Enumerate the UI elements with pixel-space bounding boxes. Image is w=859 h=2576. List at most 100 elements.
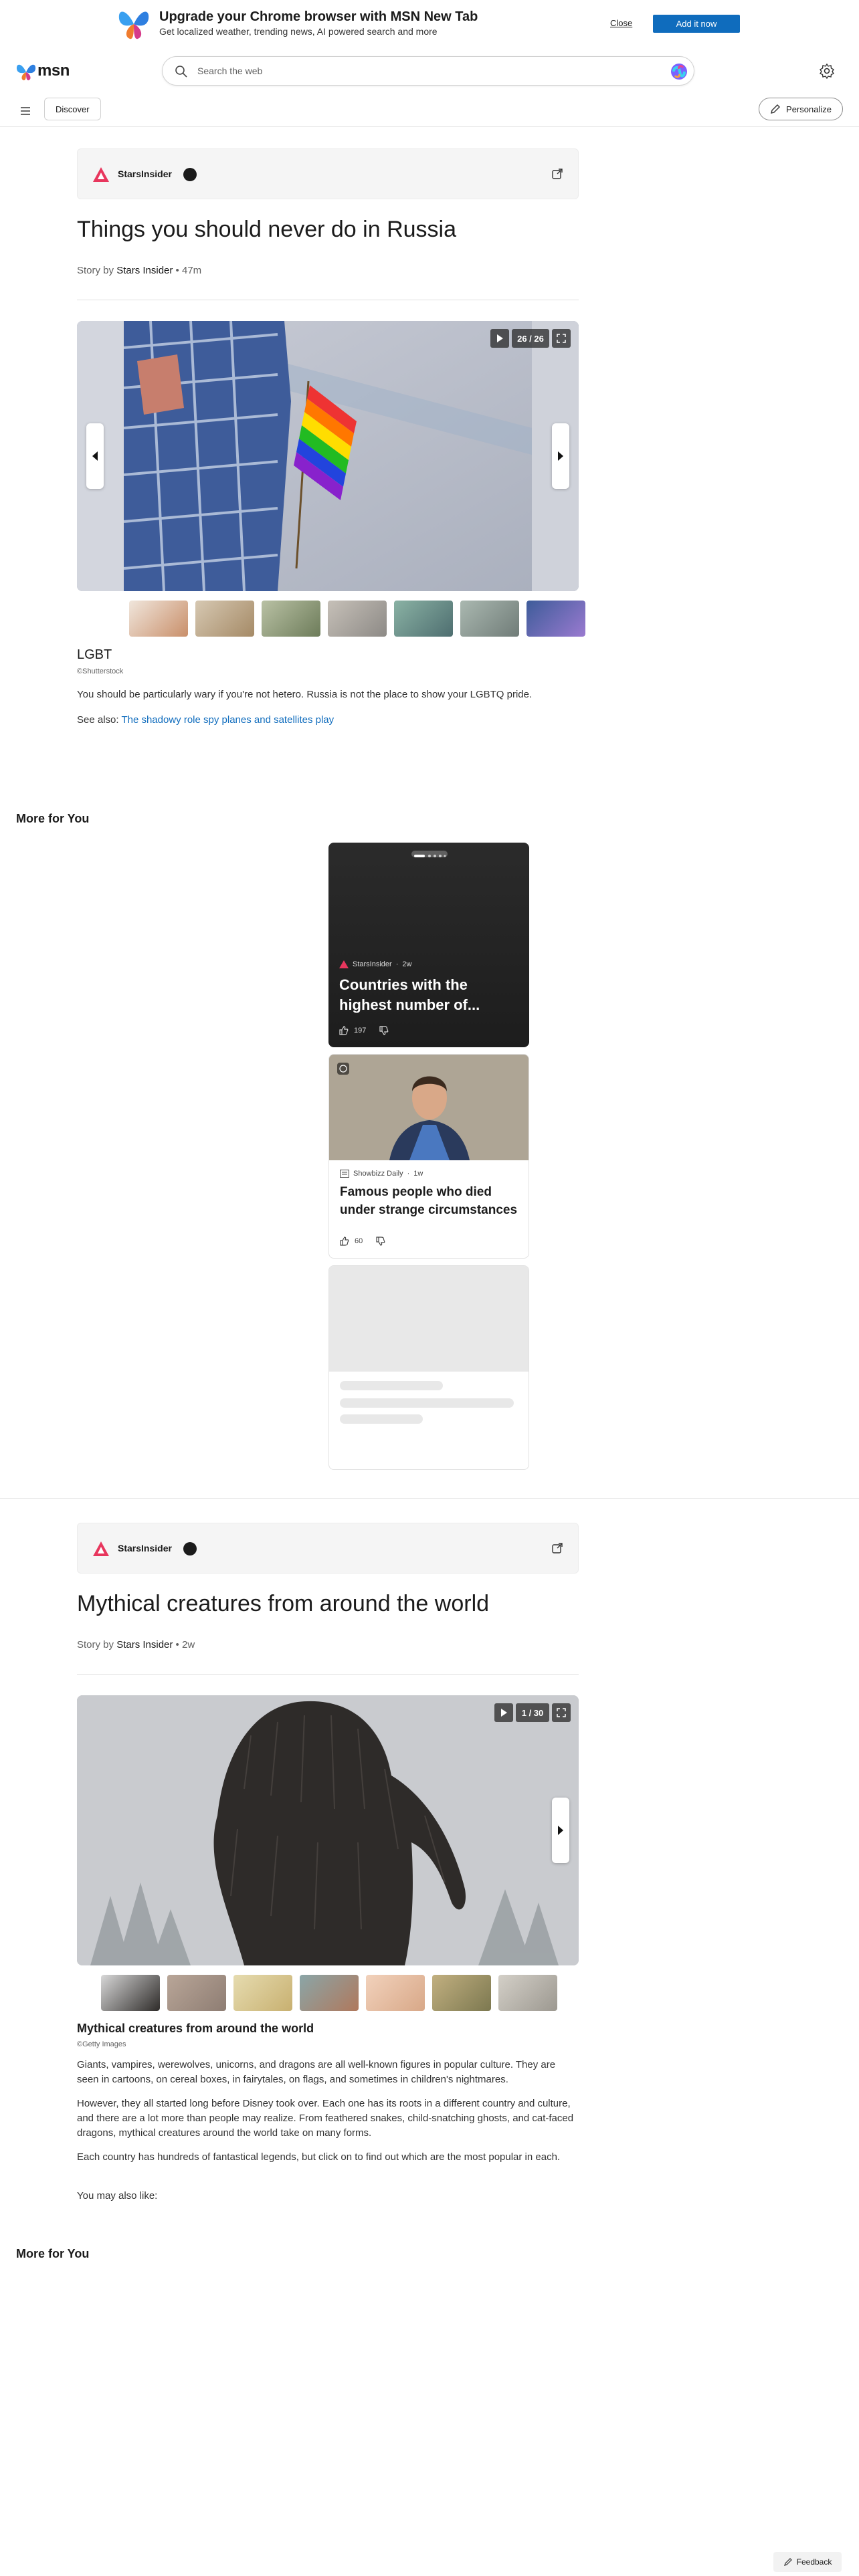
slide-controls: 1 / 30 (494, 1703, 571, 1722)
expand-icon (557, 334, 566, 343)
slideshow-image[interactable]: 1 / 30 (77, 1695, 579, 1965)
slide-thumbnail-active[interactable] (525, 599, 587, 638)
news-card[interactable]: StarsInsider · 2w Countries with the highe… (328, 843, 529, 1047)
slide-thumbnail[interactable] (300, 1975, 359, 2011)
publisher-name[interactable]: StarsInsider (118, 1543, 172, 1553)
skeleton-line (340, 1381, 443, 1390)
play-button[interactable] (490, 329, 509, 348)
byline: Story by Stars Insider • 47m (77, 265, 201, 276)
meta-sep: · (407, 1170, 410, 1178)
card-title: Famous people who died under strange cir… (340, 1185, 518, 1217)
slide-thumbnail[interactable] (129, 601, 188, 637)
feedback-button[interactable]: Feedback (773, 2552, 842, 2572)
pride-flag-photo (77, 321, 579, 591)
slide-thumbnail[interactable] (262, 601, 320, 637)
thumbs-down-icon[interactable] (376, 1237, 385, 1246)
search-box[interactable]: Search the web (162, 56, 694, 86)
slide-thumbnail[interactable] (167, 1975, 226, 2011)
gear-icon[interactable] (819, 63, 835, 79)
caption-title: LGBT (77, 647, 112, 662)
like-count: 197 (354, 1027, 367, 1035)
skeleton-image (329, 1266, 529, 1372)
carousel-dots (411, 851, 448, 857)
dots-icon (414, 855, 446, 857)
article-title: Things you should never do in Russia (77, 217, 456, 242)
slide-next-button[interactable] (552, 423, 569, 489)
search-input[interactable]: Search the web (197, 66, 262, 76)
slide-thumbnail[interactable] (328, 601, 387, 637)
slideshow-image[interactable]: 26 / 26 (77, 321, 579, 591)
personalize-label: Personalize (786, 104, 832, 114)
thumbs-up-icon[interactable] (339, 1026, 349, 1035)
news-card[interactable]: Showbizz Daily · 1w Famous people who died… (328, 1054, 529, 1259)
msn-logo[interactable]: msn (15, 59, 75, 86)
msn-butterfly-icon (118, 11, 149, 39)
paragraph: However, they all started long before Di… (77, 2098, 574, 2139)
fullscreen-button[interactable] (552, 1703, 571, 1722)
slide-thumbnail-active[interactable] (100, 1973, 161, 2012)
banner-close-link[interactable]: Close (610, 18, 632, 28)
slide-thumbnail[interactable] (366, 1975, 425, 2011)
byline-prefix: Story by (77, 265, 117, 276)
card-source: StarsInsider · 2w (339, 960, 411, 968)
thumbs-up-icon[interactable] (340, 1237, 349, 1246)
open-external-icon[interactable] (551, 1542, 563, 1554)
author-link[interactable]: Stars Insider (116, 1639, 173, 1650)
slide-controls: 26 / 26 (490, 329, 571, 348)
slide-prev-button[interactable] (86, 423, 104, 489)
play-icon (501, 1709, 507, 1717)
see-also-prefix: See also: (77, 714, 122, 726)
search-icon (175, 66, 187, 78)
follow-dot-icon[interactable] (183, 168, 197, 181)
bigfoot-photo (77, 1695, 579, 1965)
slide-thumbnail[interactable] (432, 1975, 491, 2011)
source-name: Showbizz Daily (353, 1170, 403, 1178)
see-also-link[interactable]: The shadowy role spy planes and satellit… (121, 714, 334, 726)
slide-counter: 26 / 26 (512, 329, 549, 348)
slide-thumbnail[interactable] (195, 601, 254, 637)
banner-subtitle: Get localized weather, trending news, AI… (159, 26, 438, 37)
thumbnail-strip (129, 599, 587, 638)
byline-time: • 2w (173, 1639, 195, 1650)
personalize-button[interactable]: Personalize (759, 98, 843, 120)
slide-next-button[interactable] (552, 1798, 569, 1863)
open-external-icon[interactable] (551, 168, 563, 180)
play-button[interactable] (494, 1703, 513, 1722)
slide-thumbnail[interactable] (233, 1975, 292, 2011)
slide-thumbnail[interactable] (498, 1975, 557, 2011)
hamburger-menu-icon[interactable] (19, 104, 32, 118)
person-photo (329, 1055, 529, 1160)
copilot-icon[interactable] (670, 62, 688, 81)
article-mythical: StarsInsider Mythical creatures from aro… (77, 1523, 579, 2218)
publisher-name[interactable]: StarsInsider (118, 169, 172, 179)
card-actions: 197 (339, 1026, 389, 1035)
author-link[interactable]: Stars Insider (116, 265, 173, 276)
byline: Story by Stars Insider • 2w (77, 1639, 195, 1650)
divider (77, 1674, 579, 1675)
play-icon (497, 334, 503, 342)
pencil-icon (771, 104, 781, 114)
expand-icon (557, 1708, 566, 1717)
sub-navigation: Discover Personalize (0, 95, 859, 127)
loading-card-skeleton (328, 1265, 529, 1470)
slide-thumbnail[interactable] (394, 601, 453, 637)
add-it-now-button[interactable]: Add it now (653, 15, 740, 33)
slide-counter: 1 / 30 (516, 1703, 549, 1722)
card-title: Countries with the highest number of... (339, 976, 480, 1013)
discover-button[interactable]: Discover (44, 98, 101, 120)
follow-dot-icon[interactable] (183, 1542, 197, 1555)
paragraph: Giants, vampires, werewolves, unicorns, … (77, 2059, 556, 2085)
newspaper-icon (340, 1170, 349, 1178)
feedback-label: Feedback (796, 2557, 832, 2567)
msn-header: msn Search the web (0, 53, 859, 91)
banner-title: Upgrade your Chrome browser with MSN New… (159, 9, 478, 24)
slide-thumbnail[interactable] (460, 601, 519, 637)
article-russia: StarsInsider Things you should never do … (77, 148, 587, 737)
paragraph: You may also like: (77, 2190, 158, 2202)
card-age: 2w (402, 960, 412, 968)
section-divider (0, 1498, 859, 1499)
thumbs-down-icon[interactable] (379, 1026, 389, 1035)
more-for-you-heading: More for You (16, 2247, 90, 2260)
fullscreen-button[interactable] (552, 329, 571, 348)
card-source: Showbizz Daily · 1w (340, 1170, 423, 1178)
